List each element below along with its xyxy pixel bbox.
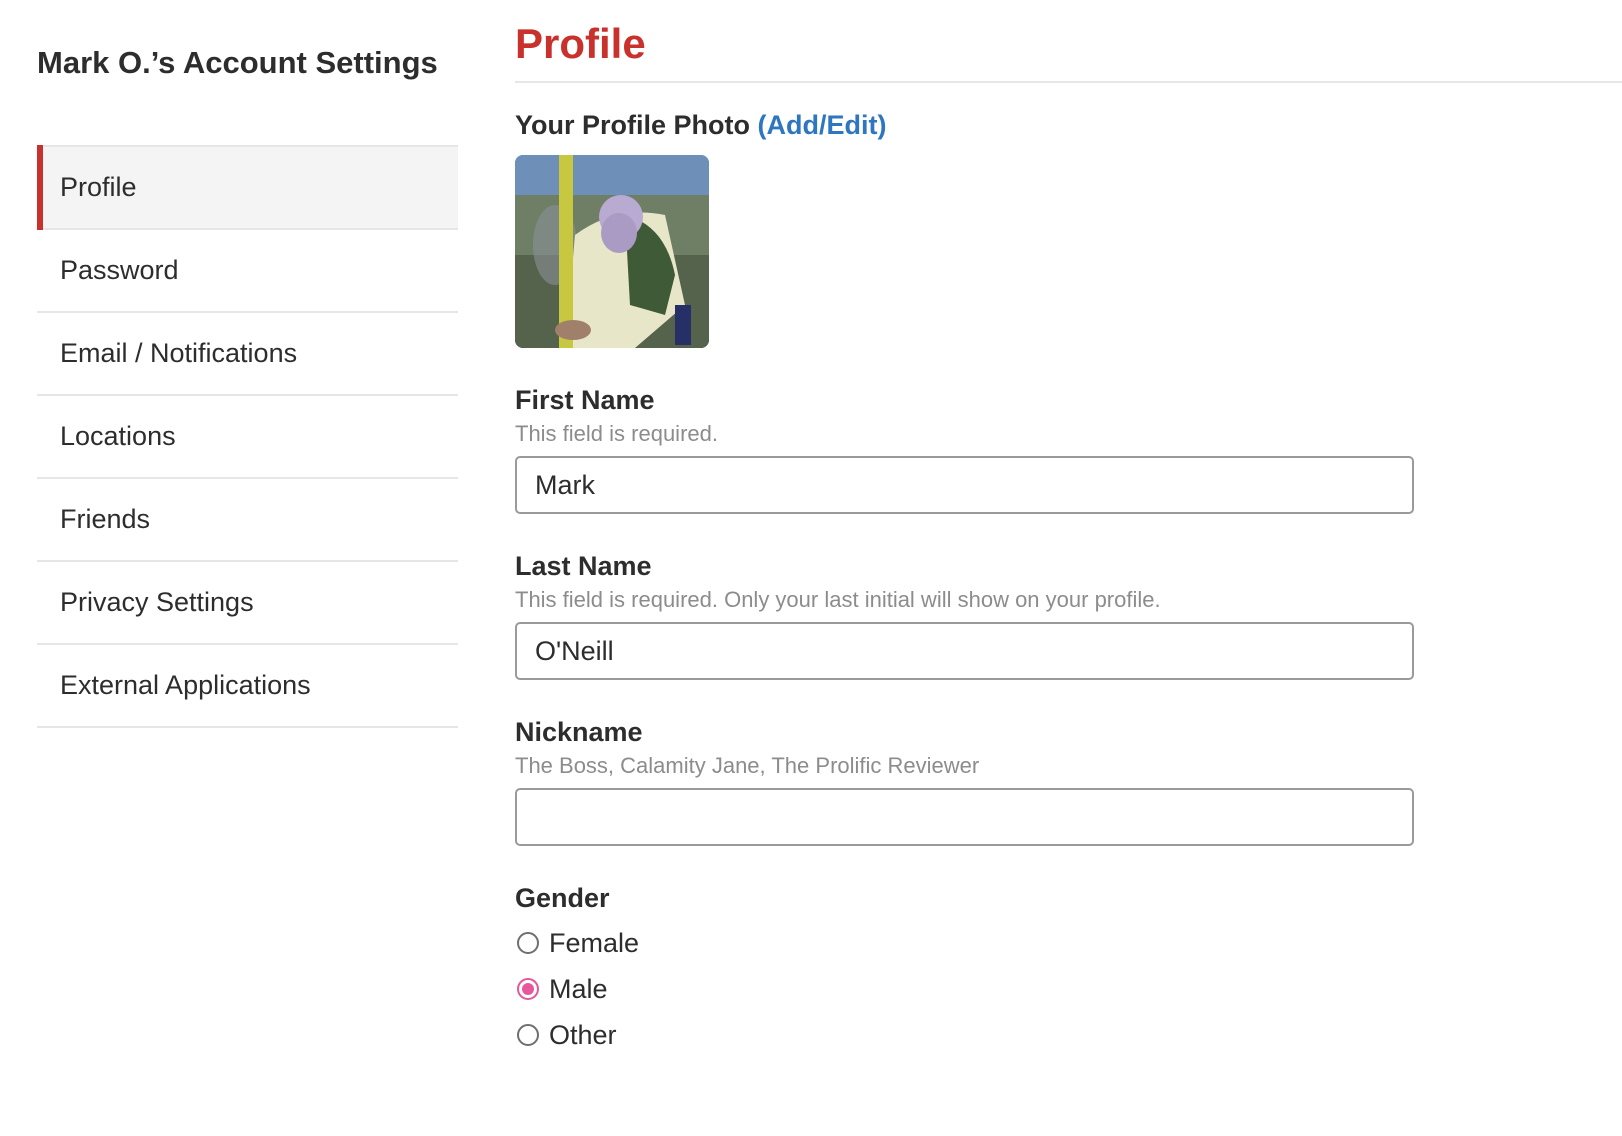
first-name-label: First Name	[515, 385, 655, 415]
gender-option-label: Male	[549, 973, 608, 1004]
first-name-input[interactable]	[515, 456, 1414, 514]
sidebar-item-external-applications[interactable]: External Applications	[37, 645, 458, 728]
gender-option-label: Female	[549, 927, 640, 958]
radio-male[interactable]	[517, 978, 539, 1000]
gender-option-label: Other	[549, 1019, 617, 1050]
last-name-label: Last Name	[515, 551, 652, 581]
first-name-group: First Name This field is required.	[515, 384, 1414, 514]
sidebar-item-privacy-settings[interactable]: Privacy Settings	[37, 562, 458, 645]
sidebar-title: Mark O.’s Account Settings	[37, 45, 438, 80]
last-name-hint: This field is required. Only your last i…	[515, 587, 1161, 612]
first-name-hint: This field is required.	[515, 421, 718, 446]
gender-options: Female Male Other	[515, 920, 1414, 1058]
gender-option-female[interactable]: Female	[515, 920, 1414, 966]
radio-dot	[522, 983, 534, 995]
last-name-group: Last Name This field is required. Only y…	[515, 550, 1414, 680]
nickname-input[interactable]	[515, 788, 1414, 846]
nickname-hint: The Boss, Calamity Jane, The Prolific Re…	[515, 753, 980, 778]
gender-label: Gender	[515, 883, 610, 913]
profile-photo-label: Your Profile Photo	[515, 110, 750, 140]
radio-female[interactable]	[517, 932, 539, 954]
sidebar-item-password[interactable]: Password	[37, 230, 458, 313]
settings-nav: Profile Password Email / Notifications L…	[37, 145, 458, 728]
gender-group: Gender Female Male Other	[515, 882, 1414, 1058]
last-name-input[interactable]	[515, 622, 1414, 680]
sidebar-item-email-notifications[interactable]: Email / Notifications	[37, 313, 458, 396]
add-edit-photo-link[interactable]: (Add/Edit)	[758, 110, 887, 140]
settings-sidebar: Mark O.’s Account Settings Profile Passw…	[37, 0, 458, 728]
sidebar-item-locations[interactable]: Locations	[37, 396, 458, 479]
profile-photo-heading: Your Profile Photo (Add/Edit)	[515, 109, 1622, 141]
nickname-label: Nickname	[515, 717, 643, 747]
page-title: Profile	[515, 0, 1622, 83]
sidebar-item-friends[interactable]: Friends	[37, 479, 458, 562]
nickname-group: Nickname The Boss, Calamity Jane, The Pr…	[515, 716, 1414, 846]
gender-option-other[interactable]: Other	[515, 1012, 1414, 1058]
profile-photo[interactable]	[515, 155, 709, 348]
profile-photo-image	[515, 155, 709, 348]
gender-option-male[interactable]: Male	[515, 966, 1414, 1012]
radio-other[interactable]	[517, 1024, 539, 1046]
profile-main: Profile Your Profile Photo (Add/Edit) Fi…	[515, 0, 1622, 1058]
sidebar-item-profile[interactable]: Profile	[37, 145, 458, 230]
